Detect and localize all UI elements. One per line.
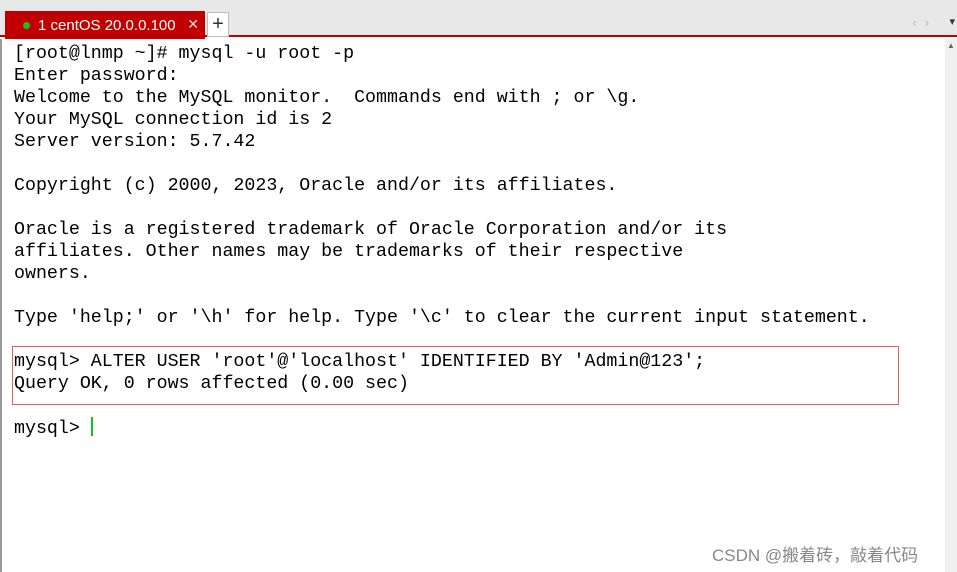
- terminal-line: mysql>: [14, 417, 93, 439]
- scrollbar[interactable]: ▲: [945, 39, 957, 572]
- terminal-line: owners.: [14, 264, 91, 284]
- terminal-line: Welcome to the MySQL monitor. Commands e…: [14, 88, 640, 108]
- scroll-up-icon[interactable]: ▲: [947, 41, 955, 50]
- terminal-line: Server version: 5.7.42: [14, 132, 256, 152]
- terminal-line: [root@lnmp ~]# mysql -u root -p: [14, 44, 355, 64]
- close-icon[interactable]: ✕: [187, 16, 199, 33]
- tab-label: 1 centOS 20.0.0.100: [38, 16, 176, 34]
- terminal-line: Copyright (c) 2000, 2023, Oracle and/or …: [14, 176, 618, 196]
- terminal-line: affiliates. Other names may be trademark…: [14, 242, 684, 262]
- tab-session[interactable]: 1 centOS 20.0.0.100 ✕: [5, 11, 205, 39]
- tab-bar: 1 centOS 20.0.0.100 ✕ + ‹› ▾: [0, 9, 957, 39]
- new-tab-button[interactable]: +: [207, 12, 229, 37]
- terminal[interactable]: [root@lnmp ~]# mysql -u root -p Enter pas…: [0, 39, 945, 572]
- title-strip: [0, 0, 957, 9]
- terminal-line: Enter password:: [14, 66, 179, 86]
- highlight-box: [12, 346, 899, 405]
- cursor: [90, 417, 93, 436]
- tab-menu-chevron-icon[interactable]: ▾: [949, 15, 955, 28]
- connected-status-icon: [23, 21, 30, 29]
- terminal-line: Type 'help;' or '\h' for help. Type '\c'…: [14, 308, 870, 328]
- tab-scroll-arrows[interactable]: ‹›: [912, 15, 937, 30]
- terminal-line: Your MySQL connection id is 2: [14, 110, 333, 130]
- watermark: CSDN @搬着砖，敲着代码: [712, 546, 919, 565]
- terminal-line: Oracle is a registered trademark of Orac…: [14, 220, 728, 240]
